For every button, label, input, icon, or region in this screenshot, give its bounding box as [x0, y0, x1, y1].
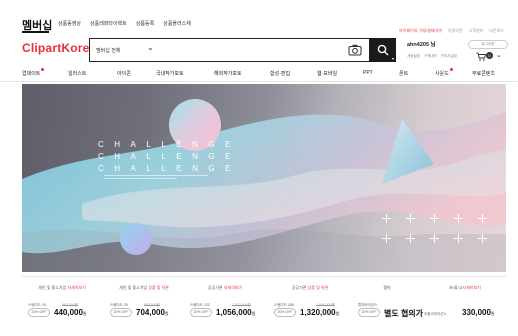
top-nav-item[interactable]: 상품레퍼타이택트 — [90, 20, 127, 27]
pricing-card[interactable]: 개인 및 중소기업 상품 및 약관 스탠다드 20 880,000원 20% O… — [104, 277, 184, 329]
user-link[interactable]: 계정설정 — [407, 54, 420, 59]
category-item-sound[interactable]: 사운드 — [435, 68, 453, 77]
category-item-font[interactable]: 폰트 — [399, 70, 408, 77]
utility-link-mypage[interactable]: 마이페이지 구매/결제내역 — [399, 28, 442, 34]
pricing-detail-link[interactable]: 자세히보기 — [67, 285, 85, 290]
hero-headline-line: CHALLENGE — [98, 152, 241, 161]
top-nav-item[interactable]: 상품등록 — [136, 20, 154, 27]
utility-links: 마이페이지 구매/결제내역 이용약관 고객센터 다운로드 — [399, 28, 504, 34]
category-item-illust[interactable]: 일러스트 — [68, 70, 86, 77]
category-label: 업데이트 — [22, 71, 41, 77]
hero-banner[interactable]: CHALLENGE CHALLENGE CHALLENGE — [22, 84, 506, 272]
category-item-domestic-photo[interactable]: 국내작가포토 — [156, 70, 184, 77]
pricing-detail-link[interactable]: 상품 및 약관 — [148, 285, 169, 290]
cart-count-badge: 0 — [486, 52, 493, 59]
sale-price: 1,056,000원 — [216, 308, 255, 317]
search-box: 멤버십 전체 ⌄ — [89, 38, 370, 62]
pricing-head-label: 공공기관 — [291, 285, 307, 290]
search-scope-select[interactable]: 멤버십 전체 — [96, 47, 120, 54]
category-item-icon[interactable]: 아이콘 — [117, 70, 131, 77]
pricing-head: 공공기관 자세히보기 — [184, 285, 266, 291]
pricing-head: 공공기관 상품 및 약관 — [268, 285, 352, 291]
plus-pattern — [382, 214, 492, 250]
pricing-card[interactable]: 공공기관 상품 및 약관 스탠다드 165 1,650,000원 20% OFF… — [268, 277, 352, 329]
pricing-head-label: 초/중/고 — [449, 285, 463, 290]
pricing-head: 초/중/고자세히보기 — [424, 285, 506, 291]
category-item-ppt[interactable]: PPT — [363, 70, 373, 76]
search-icon — [377, 44, 389, 56]
search-options-mark: ▾ — [391, 56, 394, 61]
username[interactable]: ahn4205 님 — [407, 40, 436, 48]
hero-small-print — [104, 175, 208, 181]
sale-price: 1,320,000원 — [300, 308, 339, 317]
category-item-composite[interactable]: 합성·편집 — [270, 70, 290, 77]
top-nav-item[interactable]: 상품동영상 — [58, 20, 81, 27]
discount-badge: 20% OFF — [358, 308, 380, 317]
sale-price-value: 1,320,000 — [300, 308, 336, 317]
pricing-head-label: 공공기관 — [207, 285, 223, 290]
price-unit: 원 — [82, 311, 87, 316]
pricing-head: 개인 및 중소기업 자세히보기 — [22, 285, 102, 291]
cart-icon[interactable] — [476, 52, 486, 61]
discount-badge: 20% OFF — [190, 308, 212, 317]
camera-search-icon[interactable] — [348, 44, 362, 56]
logout-button[interactable]: 로그아웃 — [468, 40, 508, 49]
discount-badge: 20% OFF — [110, 308, 132, 317]
top-nav: 상품동영상 상품레퍼타이택트 상품등록 상품플러스채 — [58, 20, 191, 27]
sale-price: 별도 협의가 — [384, 309, 424, 318]
utility-link-terms[interactable]: 이용약관 — [448, 28, 463, 34]
pricing-card[interactable]: 개인 및 중소기업 자세히보기 스탠다드 15 550,000원 20% OFF… — [22, 277, 102, 329]
category-label: 사운드 — [435, 71, 449, 77]
pricing-head: 협약 — [383, 285, 391, 290]
sale-price-value: 440,000 — [54, 308, 83, 317]
hero-headline-line: CHALLENGE — [98, 164, 241, 173]
new-dot — [41, 68, 45, 71]
chevron-down-icon[interactable]: ⌄ — [496, 51, 502, 59]
sale-price-value: 330,000 — [462, 308, 491, 317]
pricing-detail-link[interactable]: 자세히보기 — [462, 285, 480, 290]
utility-link-download[interactable]: 다운로드 — [489, 28, 504, 34]
category-item-overseas-photo[interactable]: 해외작가포토 — [214, 70, 242, 77]
discount-badge: 20% OFF — [274, 308, 296, 317]
pricing-detail-link[interactable]: 자세히보기 — [224, 285, 242, 290]
pricing-card[interactable]: 초/중/고자세히보기 초중고라이선스 330,000원 — [424, 277, 506, 329]
price-unit: 원 — [490, 311, 495, 316]
category-item-web-mobile[interactable]: 웹·모바일 — [317, 70, 337, 77]
pricing-head: 개인 및 중소기업 상품 및 약관 — [104, 285, 184, 291]
sale-price-value: 704,000 — [136, 308, 165, 317]
price-unit: 원 — [251, 311, 256, 316]
new-dot — [449, 68, 453, 71]
user-links: 계정설정 구매내역 관리자설정 — [407, 54, 457, 59]
active-tab-underline — [22, 31, 49, 33]
top-nav-item[interactable]: 상품플러스채 — [163, 20, 191, 27]
user-link[interactable]: 관리자설정 — [441, 54, 457, 59]
user-link[interactable]: 구매내역 — [424, 54, 437, 59]
category-item-update[interactable]: 업데이트 — [22, 68, 45, 77]
sale-price-value: 1,056,000 — [216, 308, 252, 317]
pricing-card[interactable]: 공공기관 자세히보기 스탠다드 132 1,320,000원 20% OFF 1… — [184, 277, 266, 329]
pricing-head-label: 개인 및 중소기업 — [38, 285, 67, 290]
hero-headline-line: CHALLENGE — [98, 140, 241, 149]
pricing-strip: 개인 및 중소기업 자세히보기 스탠다드 15 550,000원 20% OFF… — [22, 276, 506, 328]
price-unit: 원 — [335, 311, 340, 316]
category-nav: 업데이트 일러스트 아이콘 국내작가포토 해외작가포토 합성·편집 웹·모바일 … — [0, 66, 518, 82]
top-strip: 멤버십 상품동영상 상품레퍼타이택트 상품등록 상품플러스채 마이페이지 구매/… — [0, 0, 518, 36]
sale-price: 440,000원 — [54, 308, 87, 317]
sale-price: 704,000원 — [136, 308, 169, 317]
clipartkorea-logo[interactable]: ClipartKorea — [22, 41, 96, 55]
category-item-free[interactable]: 무료콘텐츠 — [472, 70, 495, 77]
pricing-head-label: 개인 및 중소기업 — [119, 285, 148, 290]
chevron-down-icon[interactable]: ⌄ — [147, 43, 154, 52]
price-unit: 원 — [164, 311, 169, 316]
pricing-card[interactable]: 협약 특약라이선스 20% OFF 별도 협의가 — [352, 277, 424, 329]
utility-link-support[interactable]: 고객센터 — [469, 28, 484, 34]
sale-price: 330,000원 — [462, 308, 495, 317]
plan-name: 초중고라이선스 — [424, 312, 447, 316]
discount-badge: 20% OFF — [28, 308, 50, 317]
pricing-detail-link[interactable]: 상품 및 약관 — [308, 285, 329, 290]
search-button[interactable]: ▾ — [370, 38, 396, 62]
search-input[interactable] — [162, 42, 342, 58]
